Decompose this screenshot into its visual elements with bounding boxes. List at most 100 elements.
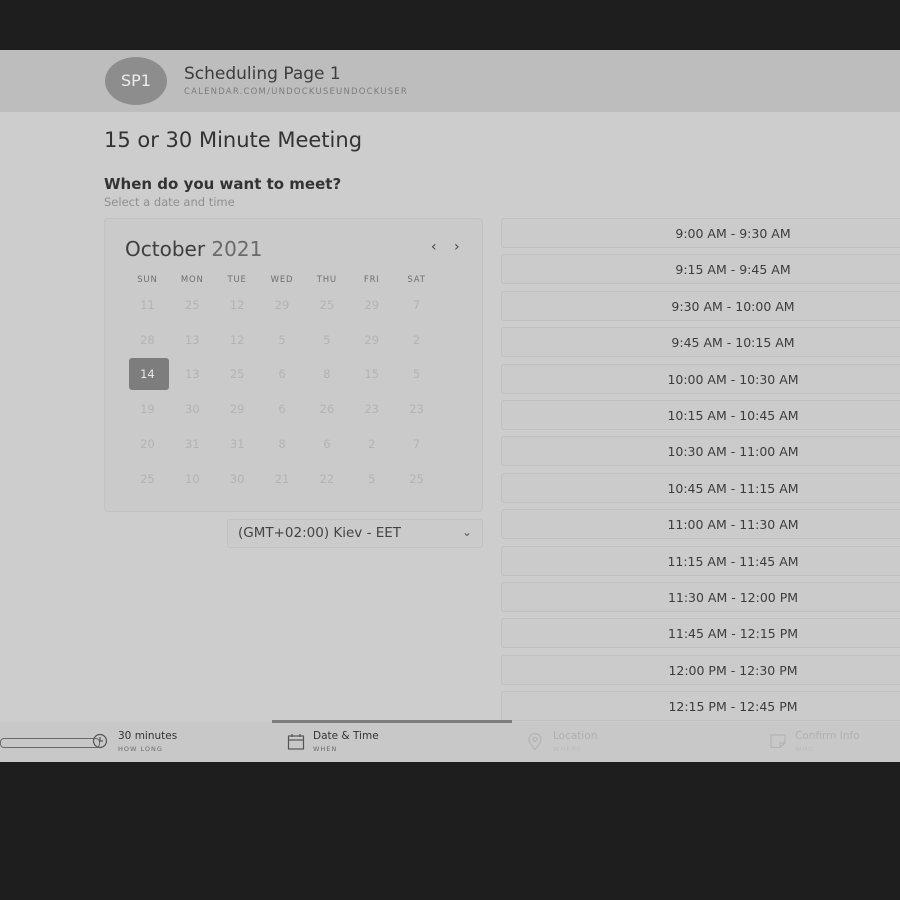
clock-icon	[92, 733, 108, 749]
calendar-day[interactable]: 2	[394, 324, 439, 356]
day-number: 2	[368, 436, 376, 451]
time-slot-button[interactable]: 10:45 AM - 11:15 AM	[501, 472, 900, 503]
day-number: 29	[364, 332, 380, 347]
calendar-day[interactable]: 7	[394, 289, 439, 321]
time-slot-button[interactable]: 12:00 PM - 12:30 PM	[501, 654, 900, 685]
calendar-day[interactable]: 10	[170, 463, 215, 495]
time-slot-button[interactable]: 10:30 AM - 11:00 AM	[501, 436, 900, 467]
calendar-day-selected[interactable]: 14	[125, 358, 170, 391]
calendar-day[interactable]: 12	[215, 289, 260, 321]
calendar-day[interactable]: 25	[170, 289, 215, 321]
time-slot-button[interactable]: 11:30 AM - 12:00 PM	[501, 582, 900, 612]
calendar-day[interactable]: 6	[260, 358, 305, 390]
calendar-day[interactable]: 30	[215, 463, 260, 495]
time-slot-button[interactable]: 11:15 AM - 11:45 AM	[501, 545, 900, 576]
day-number: 30	[184, 402, 200, 417]
day-number: 22	[319, 471, 335, 486]
calendar-day[interactable]: 13	[170, 324, 215, 356]
step-title: 30 minutes	[118, 730, 178, 742]
day-number: 29	[274, 298, 290, 312]
calendar-day[interactable]: 8	[304, 358, 349, 390]
time-slot-button[interactable]: 12:15 PM - 12:45 PM	[501, 691, 900, 722]
calendar-day[interactable]: 5	[394, 358, 439, 390]
calendar-day[interactable]: 12	[215, 324, 260, 356]
calendar-day[interactable]: 6	[260, 393, 305, 425]
day-number: 21	[274, 471, 290, 486]
month-label: October 2021	[125, 237, 262, 261]
month-name: October	[125, 237, 206, 261]
time-slot-label: 9:30 AM - 10:00 AM	[671, 298, 795, 314]
calendar-day[interactable]: 19	[125, 393, 170, 425]
weekday-header: SUN MON TUE WED THU FRI SAT	[125, 275, 439, 285]
step-title: Confirm Info	[795, 730, 860, 742]
day-number: 2	[412, 332, 421, 347]
calendar-day[interactable]: 29	[215, 393, 260, 425]
timezone-select[interactable]: (GMT+02:00) Kiev - EET ⌄	[227, 519, 483, 548]
day-number: 23	[409, 402, 424, 417]
calendar-day[interactable]: 25	[215, 358, 260, 390]
calendar-day[interactable]: 23	[349, 393, 394, 425]
weekday-label: WED	[270, 275, 294, 285]
calendar-day[interactable]: 5	[260, 324, 305, 356]
timezone-value: (GMT+02:00) Kiev - EET	[238, 525, 402, 541]
calendar-day[interactable]: 15	[349, 358, 394, 390]
calendar-day[interactable]: 31	[215, 428, 260, 460]
form-icon	[770, 734, 786, 749]
day-number: 25	[184, 298, 200, 312]
calendar-week-row: 25 10 30 21 22 5 25	[125, 463, 439, 495]
day-number: 25	[229, 367, 245, 382]
calendar-day[interactable]: 20	[125, 428, 170, 460]
time-slot-button[interactable]: 9:30 AM - 10:00 AM	[501, 290, 900, 321]
calendar-day[interactable]: 2	[349, 428, 394, 460]
calendar-day[interactable]: 29	[260, 289, 305, 321]
calendar-week-row: 20 31 31 8 6 2 7	[125, 428, 439, 460]
time-slot-button[interactable]: 11:00 AM - 11:30 AM	[501, 509, 900, 540]
calendar-day[interactable]: 31	[170, 428, 215, 460]
day-number: 23	[364, 402, 380, 417]
step-subtitle: HOW LONG	[118, 745, 163, 753]
calendar-day[interactable]: 25	[125, 463, 170, 495]
time-slot-label: 10:30 AM - 11:00 AM	[667, 444, 799, 460]
calendar-day[interactable]: 13	[170, 358, 215, 390]
calendar-day[interactable]: 29	[349, 289, 394, 321]
calendar-day[interactable]: 22	[304, 463, 349, 495]
day-number: 8	[278, 436, 286, 451]
time-slot-button[interactable]: 10:00 AM - 10:30 AM	[501, 363, 900, 394]
calendar-day[interactable]: 25	[304, 289, 349, 321]
day-number: 7	[412, 436, 421, 451]
section-subtitle: Select a date and time	[104, 195, 235, 209]
calendar-day[interactable]: 6	[304, 428, 349, 460]
calendar-day[interactable]: 30	[170, 393, 215, 425]
calendar-day[interactable]: 5	[304, 324, 349, 356]
weekday-label: SUN	[137, 275, 158, 285]
time-slot-label: 9:45 AM - 10:15 AM	[671, 335, 795, 351]
time-slot-list[interactable]: 9:00 AM - 9:30 AM 9:15 AM - 9:45 AM 9:30 A…	[501, 218, 900, 722]
day-number: 25	[319, 298, 335, 312]
step-title: Location	[553, 730, 598, 742]
calendar-day[interactable]: 21	[260, 463, 305, 495]
calendar-day[interactable]: 7	[394, 428, 439, 460]
weekday-label: THU	[316, 275, 337, 285]
weekday-label: TUE	[227, 275, 247, 285]
day-number: 10	[184, 471, 200, 486]
calendar-day[interactable]: 11	[125, 289, 170, 321]
chevron-left-icon[interactable]: ‹	[431, 239, 437, 255]
calendar-day[interactable]: 25	[394, 463, 439, 495]
calendar-day[interactable]: 23	[394, 393, 439, 425]
calendar-day[interactable]: 26	[304, 393, 349, 425]
calendar-day[interactable]: 8	[260, 428, 305, 460]
chevron-right-icon[interactable]: ›	[454, 239, 460, 255]
time-slot-button[interactable]: 9:15 AM - 9:45 AM	[501, 254, 900, 285]
time-slot-button[interactable]: 9:00 AM - 9:30 AM	[501, 218, 900, 248]
scheduling-page-url[interactable]: CALENDAR.COM/UNDOCKUSEUNDOCKUSER	[184, 87, 408, 97]
calendar-day[interactable]: 29	[349, 324, 394, 356]
calendar-week-row: 14 13 25 6 8 15 5	[125, 358, 439, 391]
time-slot-button[interactable]: 11:45 AM - 12:15 PM	[501, 618, 900, 649]
time-slot-button[interactable]: 10:15 AM - 10:45 AM	[501, 400, 900, 430]
time-slot-label: 11:00 AM - 11:30 AM	[667, 517, 799, 533]
calendar-day[interactable]: 5	[349, 463, 394, 495]
calendar-day[interactable]: 28	[125, 324, 170, 356]
time-slot-button[interactable]: 9:45 AM - 10:15 AM	[501, 327, 900, 358]
active-step-indicator	[272, 720, 512, 723]
chevron-down-icon: ⌄	[461, 525, 472, 539]
